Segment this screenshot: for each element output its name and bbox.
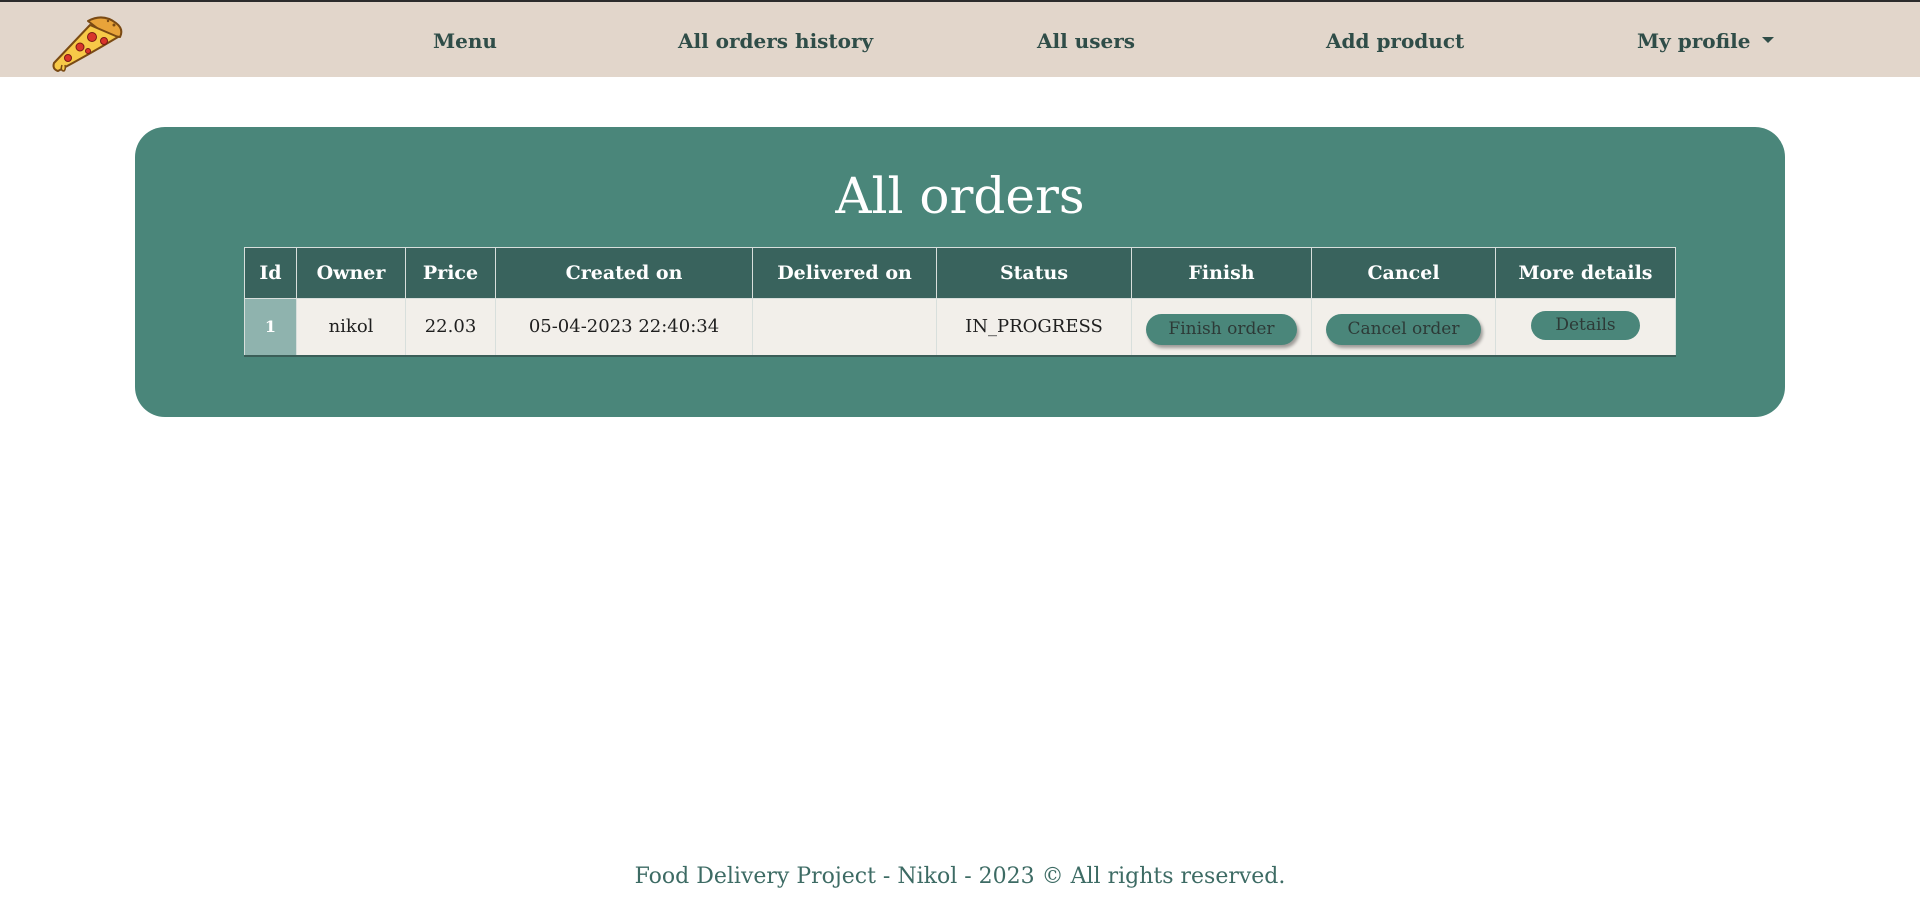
- nav-link-add-product[interactable]: Add product: [1326, 29, 1464, 53]
- table-header-row: Id Owner Price Created on Delivered on S…: [244, 247, 1676, 299]
- page-title: All orders: [835, 167, 1085, 225]
- nav-link-menu[interactable]: Menu: [433, 29, 497, 53]
- header-owner: Owner: [296, 247, 406, 299]
- pizza-slice-icon[interactable]: [48, 11, 124, 73]
- header-created-on: Created on: [495, 247, 753, 299]
- cell-owner: nikol: [296, 298, 406, 357]
- orders-table: Id Owner Price Created on Delivered on S…: [244, 247, 1676, 357]
- header-price: Price: [405, 247, 496, 299]
- cell-cancel: Cancel order: [1311, 298, 1496, 357]
- cell-status: IN_PROGRESS: [936, 298, 1132, 357]
- cell-id: 1: [244, 298, 297, 357]
- my-profile-dropdown[interactable]: My profile: [1637, 29, 1775, 53]
- header-id: Id: [244, 247, 297, 299]
- header-more-details: More details: [1495, 247, 1676, 299]
- details-button[interactable]: Details: [1531, 311, 1640, 341]
- finish-order-button[interactable]: Finish order: [1146, 314, 1297, 346]
- footer: Food Delivery Project - Nikol - 2023 © A…: [634, 864, 1286, 889]
- cancel-order-button[interactable]: Cancel order: [1325, 314, 1482, 346]
- header-finish: Finish: [1131, 247, 1312, 299]
- header-status: Status: [936, 247, 1132, 299]
- navbar: Menu All orders history All users Add pr…: [0, 0, 1920, 77]
- cell-finish: Finish order: [1131, 298, 1312, 357]
- caret-down-icon: [1762, 36, 1775, 43]
- nav-link-all-users[interactable]: All users: [1037, 29, 1135, 53]
- nav-link-all-orders-history[interactable]: All orders history: [678, 29, 873, 53]
- header-cancel: Cancel: [1311, 247, 1496, 299]
- cell-price: 22.03: [405, 298, 496, 357]
- cell-delivered-on: [752, 298, 937, 357]
- my-profile-label: My profile: [1637, 29, 1751, 53]
- header-delivered-on: Delivered on: [752, 247, 937, 299]
- table-row: 1 nikol 22.03 05-04-2023 22:40:34 IN_PRO…: [244, 298, 1676, 357]
- cell-details: Details: [1495, 298, 1676, 357]
- cell-created-on: 05-04-2023 22:40:34: [495, 298, 753, 357]
